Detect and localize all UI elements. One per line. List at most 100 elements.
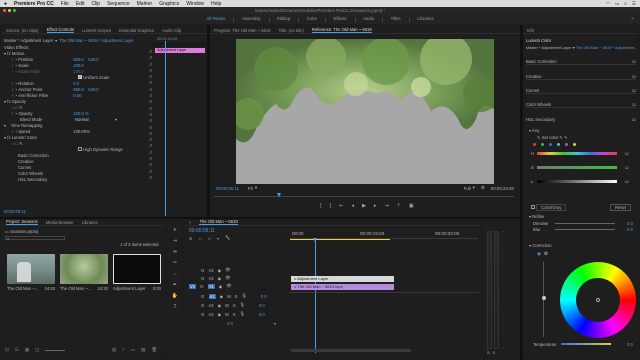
track-label[interactable]: A1 xyxy=(208,293,216,299)
eyedropper-remove-icon[interactable]: ✎ xyxy=(564,135,568,140)
saturation-slider[interactable] xyxy=(537,165,617,169)
chevron-down-icon[interactable]: ▾ xyxy=(4,135,6,140)
menu-help[interactable]: Help xyxy=(211,1,221,7)
reset-icon[interactable]: ↺ xyxy=(149,125,152,130)
eyedropper-add-icon[interactable]: ✎ xyxy=(559,135,563,140)
wrench-icon[interactable]: ⚙ xyxy=(481,185,485,191)
stopwatch-icon[interactable]: ◔ xyxy=(15,87,18,92)
stopwatch-icon[interactable]: ◔ xyxy=(15,69,18,74)
eye-icon[interactable]: 👁 xyxy=(225,267,230,273)
solo-button[interactable]: S xyxy=(235,294,238,299)
fit-select[interactable]: Fit xyxy=(248,186,253,191)
toggle-output-icon[interactable]: ◉ xyxy=(220,294,224,299)
icon-view-icon[interactable]: ▦ xyxy=(25,347,29,353)
list-view-icon[interactable]: ☰ xyxy=(15,347,19,353)
checkbox-icon[interactable]: ☑ xyxy=(632,88,636,93)
ellipse-mask-icon[interactable]: ○ xyxy=(12,105,15,110)
stopwatch-icon[interactable]: ◔ xyxy=(15,111,18,116)
fx-icon[interactable]: fx xyxy=(7,99,10,104)
reset-icon[interactable]: ↺ xyxy=(149,62,152,67)
project-item-3[interactable] xyxy=(113,254,161,284)
single-wheel-icon[interactable]: ◉ xyxy=(537,251,541,257)
tab-program[interactable]: Program: The Old Man ~ 6619 xyxy=(214,28,271,33)
mark-out-icon[interactable]: } xyxy=(330,203,332,209)
reset-icon[interactable]: ↺ xyxy=(149,87,152,92)
track-label[interactable]: A2 xyxy=(209,303,214,308)
tab-info[interactable]: Info xyxy=(527,28,534,33)
hand-tool-icon[interactable]: ✋ xyxy=(172,293,178,299)
anchor-x-value[interactable]: 960.0 xyxy=(73,87,88,92)
video-frame[interactable] xyxy=(236,39,494,184)
workspace-editing[interactable]: Editing xyxy=(269,14,298,24)
go-to-end-icon[interactable]: ⇥ xyxy=(273,321,277,326)
effect-controls-timecode[interactable]: 00:00:05:11 xyxy=(4,209,26,214)
chevron-right-icon[interactable]: › xyxy=(12,57,13,62)
reset-button[interactable]: Reset xyxy=(610,203,631,211)
reset-icon[interactable]: ↺ xyxy=(149,49,152,54)
lock-icon[interactable]: ⊡ xyxy=(5,347,9,353)
freeform-view-icon[interactable]: ◫ xyxy=(35,347,39,353)
stopwatch-icon[interactable]: ◔ xyxy=(15,57,18,62)
chevron-right-icon[interactable]: › xyxy=(12,111,13,116)
chevron-down-icon[interactable]: ▾ xyxy=(529,214,531,219)
menu-sequence[interactable]: Sequence xyxy=(107,1,130,7)
preset-blue[interactable] xyxy=(549,142,552,146)
timeline-clip[interactable]: fx The Old Man ~ 6619.mp4 xyxy=(291,284,394,290)
checkbox-icon[interactable]: ☑ xyxy=(632,117,636,122)
checkbox-icon[interactable]: ☑ xyxy=(625,165,629,170)
timeline-timecode[interactable]: 00:00:05:11 xyxy=(189,228,215,234)
preset-red[interactable] xyxy=(533,142,536,146)
chevron-right-icon[interactable]: › xyxy=(12,63,13,68)
tab-project[interactable]: Project: Seasons xyxy=(6,219,38,225)
frame-back-icon[interactable]: ◂ xyxy=(352,203,355,209)
menu-window[interactable]: Window xyxy=(186,1,204,7)
chevron-right-icon[interactable]: › xyxy=(12,93,13,98)
tab-lumetri-scopes[interactable]: Lumetri Scopes xyxy=(82,28,111,33)
mute-button[interactable]: M xyxy=(225,303,229,308)
reset-icon[interactable]: ↺ xyxy=(149,156,152,161)
zoom-window-button[interactable] xyxy=(13,9,16,12)
mark-in-icon[interactable]: { xyxy=(320,203,322,209)
lock-icon[interactable]: ⊡ xyxy=(201,294,205,299)
anchor-y-value[interactable]: 540.0 xyxy=(88,87,98,92)
master-label[interactable]: Master * Adjustment Layer xyxy=(4,38,53,43)
pen-mask-icon[interactable]: ✎ xyxy=(19,141,23,146)
checkbox-icon[interactable]: ☑ xyxy=(632,59,636,64)
chevron-down-icon[interactable]: ▾ xyxy=(473,185,475,191)
step-forward-icon[interactable]: ⇥ xyxy=(384,203,388,209)
chevron-right-icon[interactable]: › xyxy=(12,81,13,86)
timeline-clip[interactable]: fx Adjustment Layer xyxy=(291,276,394,282)
play-icon[interactable]: ▶ xyxy=(362,203,366,209)
project-item-2[interactable] xyxy=(60,254,108,284)
workspace-color[interactable]: Color xyxy=(299,14,325,24)
tab-essential-graphics[interactable]: Essential Graphics xyxy=(119,28,154,33)
workspace-assembly[interactable]: Assembly xyxy=(234,14,269,24)
wheel-mode-toggle[interactable]: ◉ ❂ xyxy=(537,251,548,257)
checkbox-icon[interactable]: ☑ xyxy=(625,151,629,156)
menu-clip[interactable]: Clip xyxy=(91,1,100,7)
antiflicker-value[interactable]: 0.00 xyxy=(73,93,81,98)
app-menu[interactable]: Premiere Pro CC xyxy=(14,1,54,7)
project-item-1[interactable] xyxy=(7,254,55,284)
lock-icon[interactable]: ⊡ xyxy=(201,303,205,308)
curves-section[interactable]: Curves ☑ xyxy=(526,88,636,94)
menu-list-icon[interactable]: ☰ xyxy=(632,1,636,7)
menu-graphics[interactable]: Graphics xyxy=(159,1,179,7)
mute-button[interactable]: M xyxy=(225,312,229,317)
reset-icon[interactable]: ↺ xyxy=(149,131,152,136)
reset-icon[interactable]: ↺ xyxy=(149,80,152,85)
solo-button[interactable]: S xyxy=(233,312,236,317)
reset-icon[interactable]: ↺ xyxy=(149,68,152,73)
reset-icon[interactable]: ↺ xyxy=(149,175,152,180)
rect-mask-icon[interactable]: □ xyxy=(16,141,19,146)
track-select-icon[interactable]: ⇥ xyxy=(173,238,177,244)
search-input[interactable] xyxy=(5,236,65,240)
automate-icon[interactable]: ▤ xyxy=(112,347,116,353)
zoom-slider[interactable] xyxy=(45,350,66,351)
reset-icon[interactable]: ↺ xyxy=(149,169,152,174)
chevron-right-icon[interactable]: › xyxy=(12,129,13,134)
correction-slider-handle[interactable] xyxy=(541,296,546,300)
stopwatch-icon[interactable]: ◔ xyxy=(15,63,18,68)
chevron-down-icon[interactable]: ▾ xyxy=(529,243,531,248)
preset-magenta[interactable] xyxy=(565,142,568,146)
